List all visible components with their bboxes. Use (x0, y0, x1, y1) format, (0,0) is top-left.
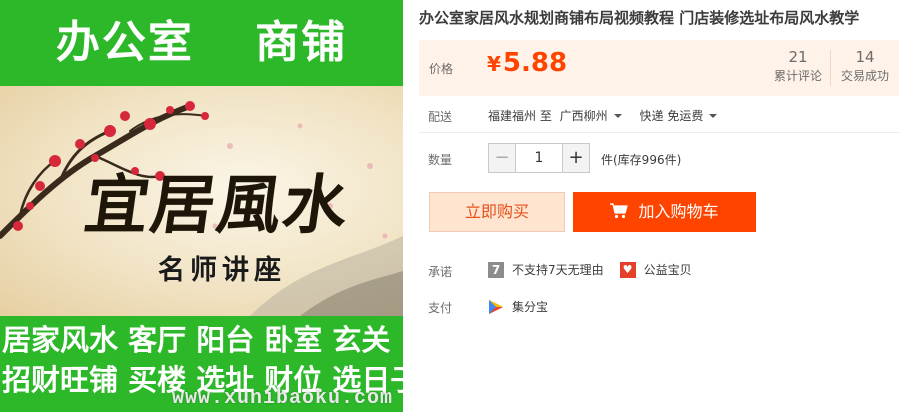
quantity-label: 数量 (428, 153, 453, 167)
reviews-label: 累计评论 (773, 69, 822, 83)
image-top-banner: 办公室 商铺 (0, 0, 403, 86)
quantity-input[interactable]: 1 (516, 143, 562, 173)
add-to-cart-button[interactable]: 加入购物车 (573, 192, 756, 232)
product-title: 办公室家居风水规划商铺布局视频教程 门店装修选址布局风水教学 (419, 9, 860, 27)
delivery-destination-select[interactable]: 广西柳州 (560, 109, 640, 123)
delivery-info: 福建福州 至 广西柳州 快递 免运费 (488, 107, 731, 124)
deals-stat: 14 交易成功 (835, 47, 895, 89)
delivery-from: 福建福州 至 (488, 109, 552, 123)
currency-symbol: ¥ (487, 52, 501, 76)
payment-label: 支付 (428, 301, 453, 315)
jifenbao-icon (489, 299, 503, 314)
charity-text: 公益宝贝 (643, 263, 692, 277)
cart-icon (610, 203, 629, 219)
shipping-method: 快递 免运费 (639, 109, 704, 123)
promise-info: 7 不支持7天无理由 公益宝贝 (488, 261, 692, 278)
no-return-text[interactable]: 不支持7天无理由 (512, 261, 604, 278)
delivery-label: 配送 (428, 110, 453, 124)
image-scene: 宜居風水 名师讲座 (0, 86, 403, 316)
delivery-destination: 广西柳州 (559, 109, 608, 123)
reviews-stat[interactable]: 21 累计评论 (768, 47, 828, 89)
chevron-down-icon (613, 113, 622, 118)
payment-method: 集分宝 (512, 300, 549, 314)
bottom-line-1: 居家风水 客厅 阳台 卧室 玄关 (2, 323, 391, 357)
banner-word-shop: 商铺 (255, 17, 348, 68)
banner-word-office: 办公室 (55, 17, 194, 68)
add-to-cart-label: 加入购物车 (638, 202, 719, 221)
quantity-stepper: − 1 + (488, 143, 590, 173)
price-value: ¥5.88 (487, 48, 567, 78)
calligraphy-title: 宜居風水 (79, 168, 355, 243)
stock-info: 件(库存996件) (601, 153, 682, 167)
deals-label: 交易成功 (840, 69, 889, 83)
seven-day-icon: 7 (488, 261, 504, 278)
charity-item[interactable]: 公益宝贝 (619, 261, 692, 278)
lecture-caption: 名师讲座 (158, 255, 286, 286)
payment-info: 集分宝 (488, 298, 548, 315)
price-amount: 5.88 (502, 48, 568, 78)
price-label: 价格 (429, 62, 454, 76)
divider (419, 132, 899, 133)
shipping-select[interactable]: 快递 免运费 (640, 109, 732, 123)
chevron-down-icon (709, 113, 718, 118)
product-info-panel: 办公室家居风水规划商铺布局视频教程 门店装修选址布局风水教学 价格 ¥5.88 … (419, 0, 903, 412)
promise-label: 承诺 (428, 265, 453, 279)
watermark: www.xunibaoku.com (171, 387, 393, 410)
buy-now-button[interactable]: 立即购买 (429, 192, 565, 232)
deals-count: 14 (855, 48, 875, 66)
stat-divider (830, 50, 831, 86)
product-image[interactable]: 办公室 商铺 宜居風水 名师讲座 居家风水 客厅 阳台 卧室 玄关 招财旺铺 买… (0, 0, 403, 412)
reviews-count: 21 (788, 48, 808, 66)
price-box: 价格 ¥5.88 21 累计评论 14 交易成功 (419, 40, 899, 96)
quantity-increase-button[interactable]: + (562, 143, 590, 173)
charity-heart-icon (619, 261, 636, 278)
quantity-decrease-button[interactable]: − (488, 143, 516, 173)
